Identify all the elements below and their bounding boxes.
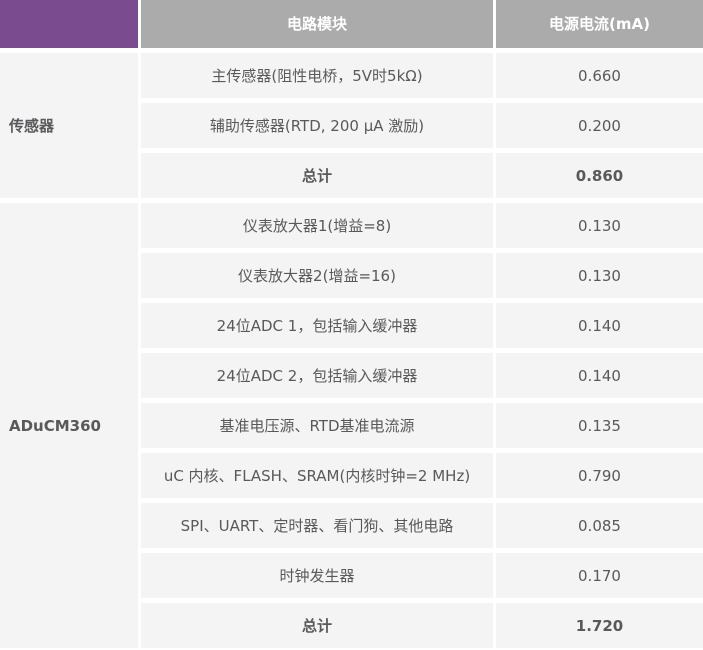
- cell-current-adc1: 0.140: [496, 303, 703, 348]
- cell-current-uc-core: 0.790: [496, 453, 703, 498]
- header-circuit-module: 电路模块: [141, 0, 493, 48]
- cell-current-sensor-total: 0.860: [496, 153, 703, 198]
- section-label-aducm360: ADuCM360: [0, 203, 138, 648]
- cell-module-adc2: 24位ADC 2，包括输入缓冲器: [141, 353, 493, 398]
- cell-current-aducm360-total: 1.720: [496, 603, 703, 648]
- section-label-sensor: 传感器: [0, 53, 138, 198]
- cell-current-vref-iref: 0.135: [496, 403, 703, 448]
- cell-current-inamp1: 0.130: [496, 203, 703, 248]
- cell-module-clock-gen: 时钟发生器: [141, 553, 493, 598]
- cell-module-adc1: 24位ADC 1，包括输入缓冲器: [141, 303, 493, 348]
- power-consumption-table: 电路模块 电源电流(mA) 传感器 主传感器(阻性电桥，5V时5kΩ) 0.66…: [0, 0, 703, 650]
- cell-current-adc2: 0.140: [496, 353, 703, 398]
- cell-module-inamp2: 仪表放大器2(增益=16): [141, 253, 493, 298]
- cell-module-sensor-total: 总计: [141, 153, 493, 198]
- cell-current-inamp2: 0.130: [496, 253, 703, 298]
- cell-current-aux-sensor: 0.200: [496, 103, 703, 148]
- cell-current-clock-gen: 0.170: [496, 553, 703, 598]
- cell-current-main-sensor: 0.660: [496, 53, 703, 98]
- cell-current-peripherals: 0.085: [496, 503, 703, 548]
- cell-module-vref-iref: 基准电压源、RTD基准电流源: [141, 403, 493, 448]
- cell-module-aducm360-total: 总计: [141, 603, 493, 648]
- cell-module-inamp1: 仪表放大器1(增益=8): [141, 203, 493, 248]
- cell-module-main-sensor: 主传感器(阻性电桥，5V时5kΩ): [141, 53, 493, 98]
- header-corner-cell: [0, 0, 138, 48]
- header-supply-current: 电源电流(mA): [496, 0, 703, 48]
- cell-module-aux-sensor: 辅助传感器(RTD, 200 μA 激励): [141, 103, 493, 148]
- cell-module-peripherals: SPI、UART、定时器、看门狗、其他电路: [141, 503, 493, 548]
- cell-module-uc-core: uC 内核、FLASH、SRAM(内核时钟=2 MHz): [141, 453, 493, 498]
